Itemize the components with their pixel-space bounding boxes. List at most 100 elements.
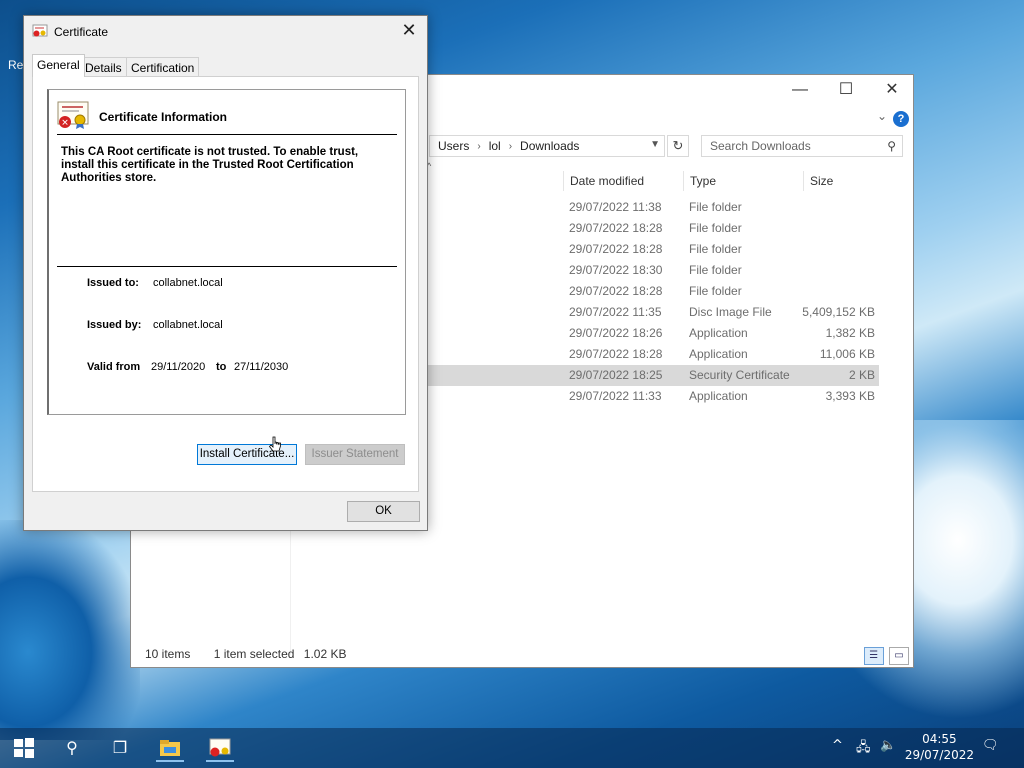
chevron-down-icon[interactable]: ▼	[650, 139, 660, 150]
issuer-statement-button[interactable]: Issuer Statement	[305, 444, 405, 465]
valid-to-label: to	[216, 361, 227, 373]
row-date: 29/07/2022 18:30	[569, 263, 663, 277]
breadcrumb-lol[interactable]: lol	[489, 139, 501, 153]
row-type: File folder	[689, 242, 742, 256]
search-placeholder: Search Downloads	[710, 139, 811, 153]
row-type: File folder	[689, 263, 742, 277]
windows-start-icon[interactable]	[10, 734, 38, 762]
clock-time: 04:55	[922, 732, 957, 746]
dialog-title: Certificate	[54, 25, 109, 39]
view-switcher: ☰ ▭	[862, 647, 909, 665]
large-icons-view-icon[interactable]: ▭	[889, 647, 909, 665]
file-row[interactable]: 29/07/2022 18:28 Application 11,006 KB	[427, 344, 879, 365]
minimize-button[interactable]: —	[777, 79, 823, 101]
row-size: 1,382 KB	[825, 326, 875, 340]
status-bar: 10 items 1 item selected 1.02 KB	[145, 647, 366, 661]
details-view-icon[interactable]: ☰	[863, 647, 884, 665]
row-type: Application	[689, 326, 748, 340]
row-date: 29/07/2022 11:35	[569, 305, 662, 319]
tab-general[interactable]: General	[32, 54, 85, 77]
refresh-button[interactable]: ↻	[667, 135, 689, 157]
close-button[interactable]: ✕	[869, 79, 915, 101]
search-input[interactable]: Search Downloads ⚲	[701, 135, 903, 157]
row-type: Security Certificate	[689, 368, 790, 382]
trust-warning-text: This CA Root certificate is not trusted.…	[61, 146, 359, 184]
address-bar[interactable]: Users › lol › Downloads ▼	[429, 135, 665, 157]
file-row[interactable]: 29/07/2022 18:28 File folder	[427, 281, 879, 302]
valid-to-value: 27/11/2030	[234, 361, 289, 373]
help-icon[interactable]: ?	[893, 111, 909, 127]
wallpaper-wave-left	[0, 520, 140, 740]
row-type: Application	[689, 389, 748, 403]
certificate-dialog: Certificate ✕ General Details Certificat…	[23, 15, 428, 531]
file-row[interactable]: 29/07/2022 18:28 File folder	[427, 218, 879, 239]
row-type: Application	[689, 347, 748, 361]
column-size[interactable]: Size	[803, 171, 883, 191]
row-date: 29/07/2022 18:26	[569, 326, 663, 340]
row-type: File folder	[689, 284, 742, 298]
certificate-icon	[32, 24, 48, 37]
general-tab-panel: ✕ Certificate Information This CA Root c…	[32, 76, 419, 492]
show-hidden-icons-icon[interactable]: ^	[832, 738, 843, 753]
desktop-icon-label[interactable]: Re	[8, 58, 23, 72]
divider	[57, 134, 397, 135]
row-size: 3,393 KB	[825, 389, 875, 403]
valid-from-value: 29/11/2020	[151, 361, 206, 373]
file-row[interactable]: 29/07/2022 18:30 File folder	[427, 260, 879, 281]
valid-from-label: Valid from	[87, 361, 141, 373]
close-button[interactable]: ✕	[399, 20, 419, 41]
search-icon: ⚲	[887, 139, 896, 153]
row-date: 29/07/2022 18:28	[569, 221, 663, 235]
row-date: 29/07/2022 18:28	[569, 284, 663, 298]
issued-to-label: Issued to:	[87, 277, 139, 289]
clock-date: 29/07/2022	[904, 748, 974, 762]
system-clock[interactable]: 04:55 29/07/2022	[905, 731, 974, 763]
breadcrumb-downloads[interactable]: Downloads	[520, 139, 579, 153]
status-size: 1.02 KB	[303, 647, 347, 661]
svg-text:✕: ✕	[61, 119, 69, 129]
divider	[57, 266, 397, 267]
row-size: 2 KB	[848, 368, 875, 382]
task-view-icon[interactable]: ❐	[106, 734, 134, 762]
row-type: File folder	[689, 200, 742, 214]
column-date-modified[interactable]: Date modified	[563, 171, 683, 191]
file-list: 29/07/2022 11:38 File folder 29/07/2022 1…	[427, 197, 879, 407]
notifications-icon[interactable]: 🗨	[982, 738, 999, 753]
row-size: 11,006 KB	[819, 347, 875, 361]
file-row[interactable]: 29/07/2022 11:38 File folder	[427, 197, 879, 218]
tab-certification-path[interactable]: Certification Path	[126, 57, 200, 89]
issued-by-value: collabnet.local	[153, 319, 223, 331]
certificate-info-box: ✕ Certificate Information This CA Root c…	[47, 89, 406, 415]
maximize-button[interactable]: ☐	[823, 79, 869, 101]
row-size: 5,409,152 KB	[802, 305, 875, 319]
row-type: File folder	[689, 221, 742, 235]
column-type[interactable]: Type	[683, 171, 803, 191]
file-explorer-taskbar-icon[interactable]	[156, 734, 184, 762]
search-icon[interactable]: ⚲	[58, 734, 86, 762]
breadcrumb-users[interactable]: Users	[438, 139, 469, 153]
row-date: 29/07/2022 18:28	[569, 347, 663, 361]
file-row[interactable]: 29/07/2022 18:28 File folder	[427, 239, 879, 260]
issued-to-value: collabnet.local	[153, 277, 223, 289]
ribbon-expand-icon[interactable]: ⌄	[877, 109, 887, 123]
network-icon[interactable]: 🖧	[856, 738, 871, 760]
file-row-selected[interactable]: 29/07/2022 18:25 Security Certificate 2 KB	[427, 365, 879, 386]
mouse-cursor-icon	[268, 436, 281, 452]
row-date: 29/07/2022 11:33	[569, 389, 662, 403]
file-row[interactable]: 29/07/2022 18:26 Application 1,382 KB	[427, 323, 879, 344]
status-item-count: 10 items	[145, 647, 191, 661]
file-row[interactable]: 29/07/2022 11:33 Application 3,393 KB	[427, 386, 879, 407]
issued-by-label: Issued by:	[87, 319, 142, 331]
certificate-taskbar-icon[interactable]	[206, 734, 234, 762]
file-row[interactable]: 29/07/2022 11:35 Disc Image File 5,409,152…	[427, 302, 879, 323]
volume-muted-icon[interactable]: 🔈	[880, 738, 896, 753]
taskbar: ⚲ ❐ ^ 🖧 🔈 04:55 29/07/2022 🗨	[0, 728, 1024, 768]
row-date: 29/07/2022 11:38	[569, 200, 662, 214]
tab-details[interactable]: Details	[80, 57, 127, 77]
ok-button[interactable]: OK	[347, 501, 420, 522]
install-certificate-button[interactable]: Install Certificate...	[197, 444, 297, 465]
chevron-right-icon[interactable]: ›	[509, 141, 512, 152]
certificate-untrusted-icon: ✕	[57, 101, 89, 129]
chevron-right-icon[interactable]: ›	[477, 141, 480, 152]
certificate-information-heading: Certificate Information	[99, 110, 228, 124]
